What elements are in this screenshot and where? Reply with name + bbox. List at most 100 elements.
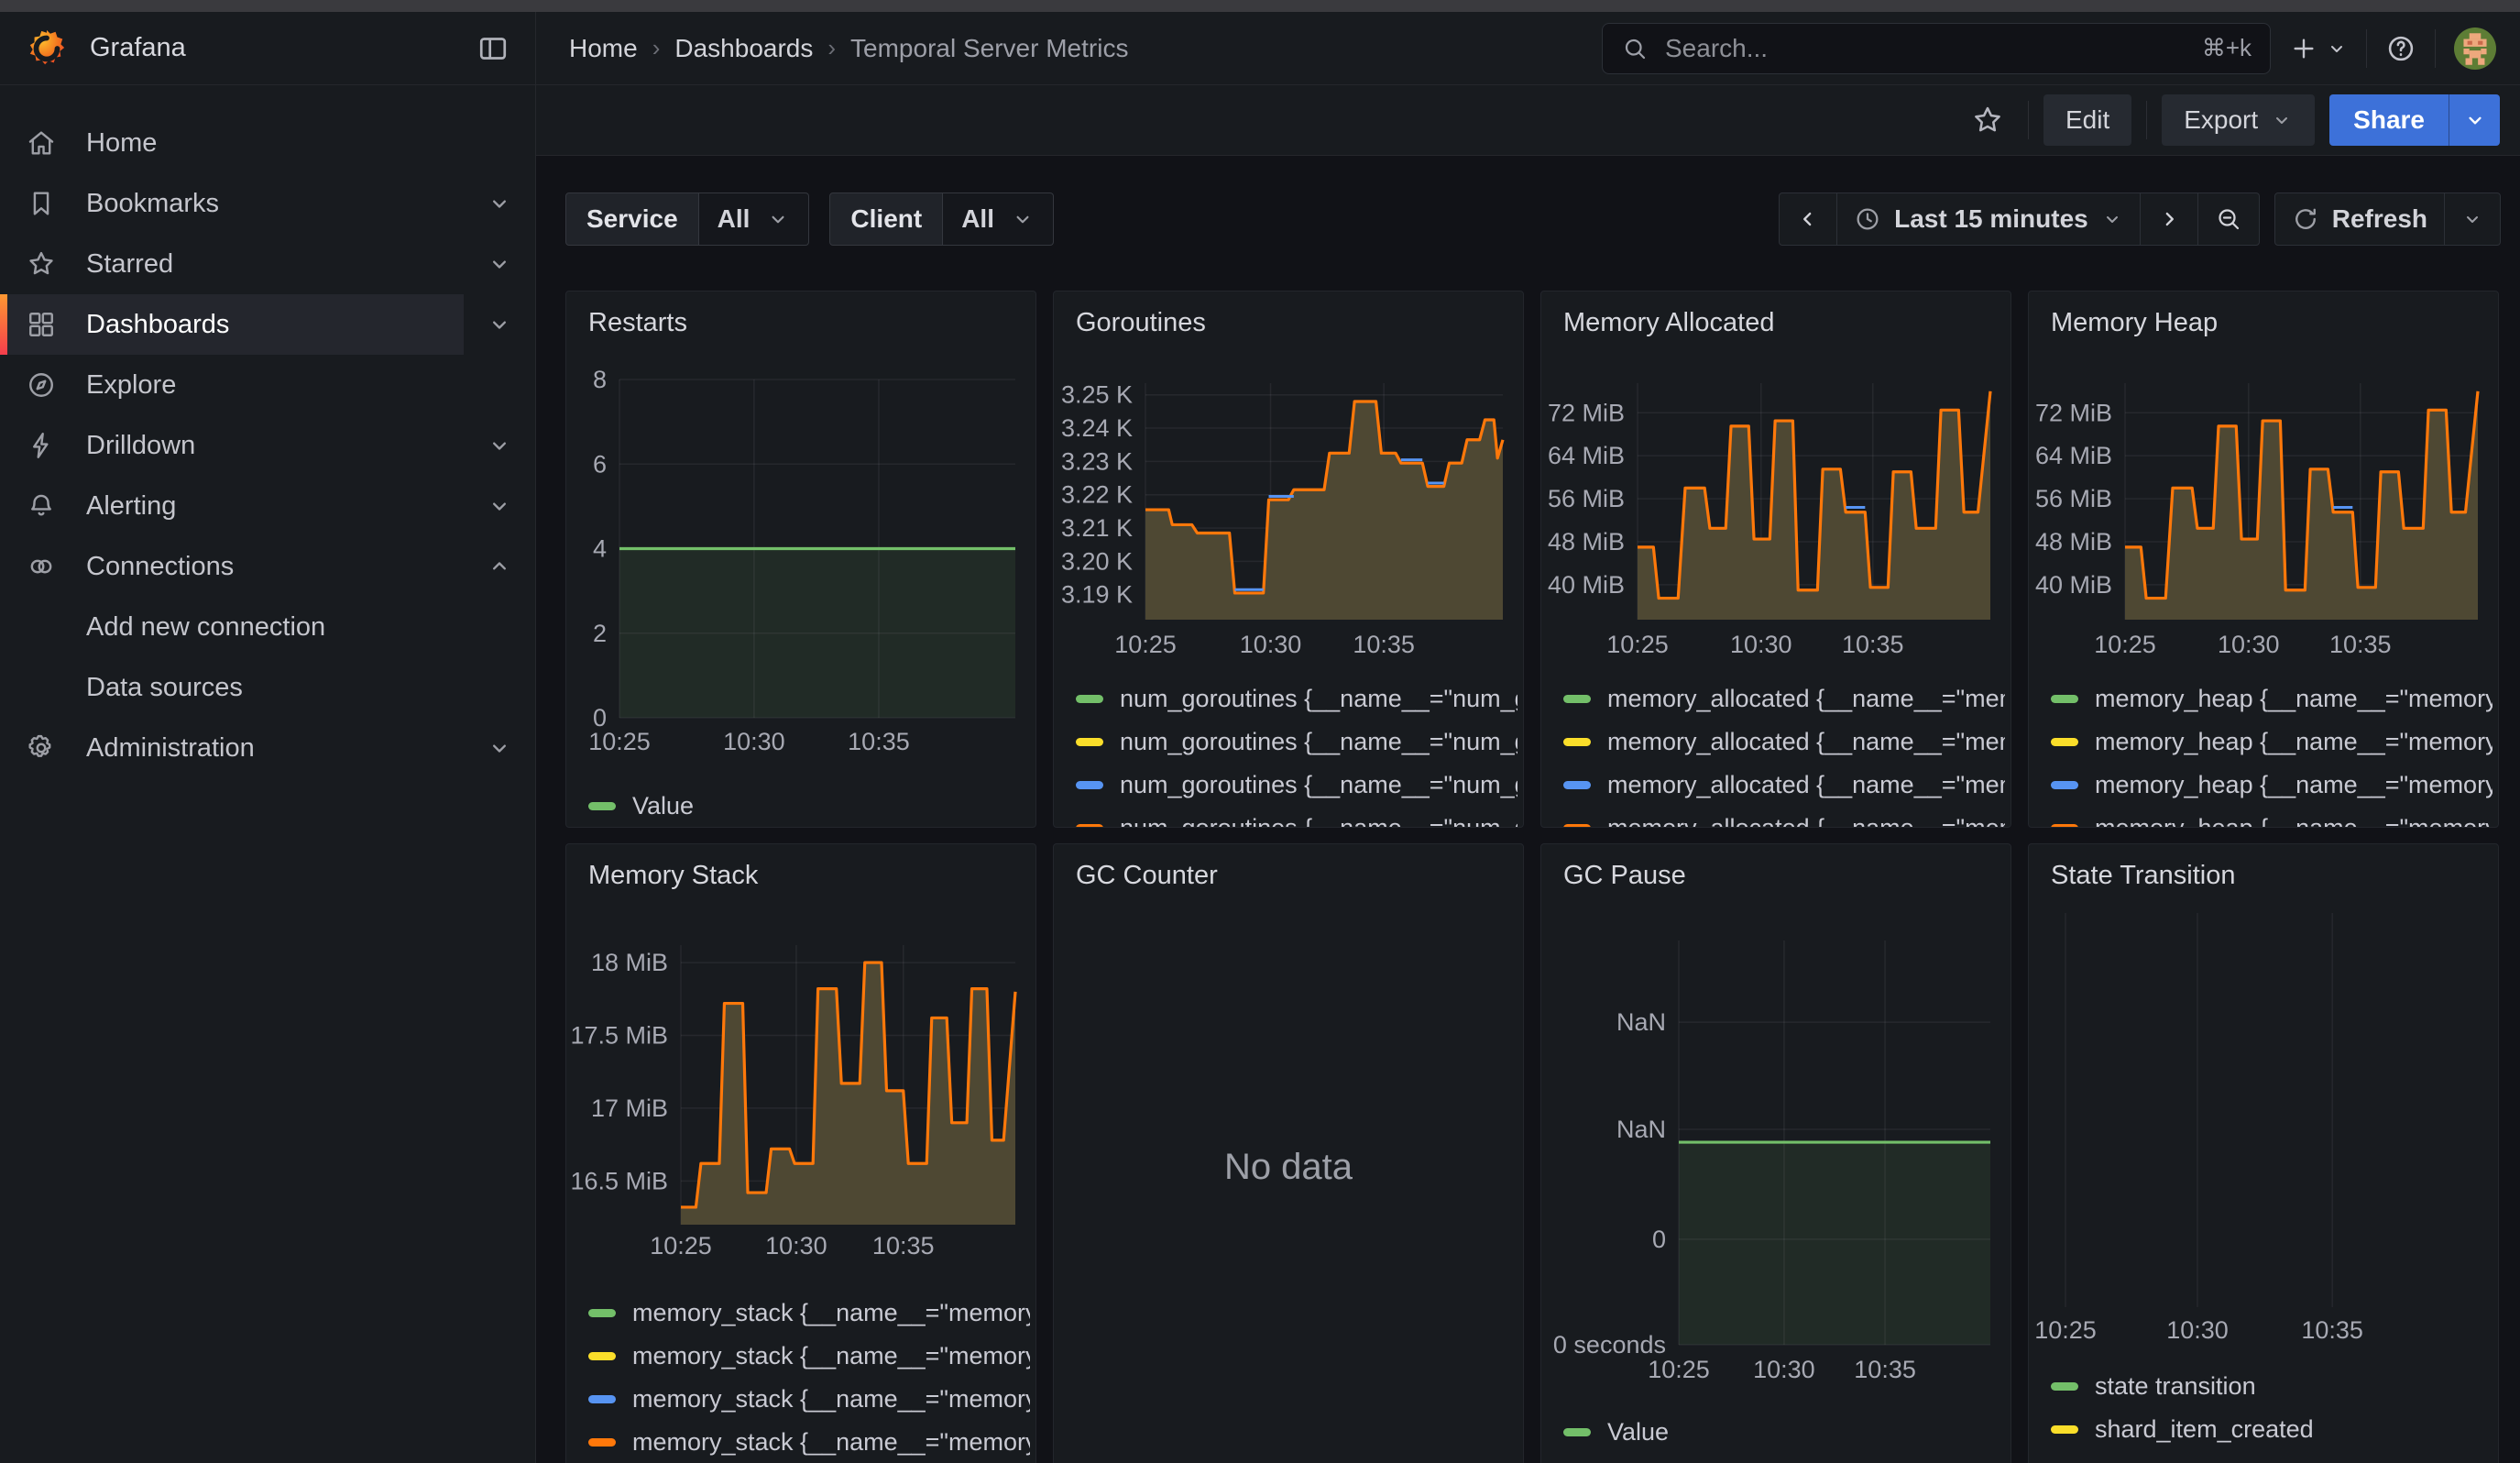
svg-text:10:25: 10:25 [1114, 631, 1177, 658]
svg-text:0 seconds: 0 seconds [1553, 1331, 1666, 1358]
dock-sidebar-icon[interactable] [477, 32, 509, 65]
panel-title[interactable]: GC Counter [1076, 861, 1218, 891]
time-range-picker[interactable]: Last 15 minutes [1837, 192, 2141, 246]
chevron-down-icon[interactable] [464, 415, 535, 476]
sidebar-link[interactable]: Connections [0, 536, 464, 597]
time-controls: Last 15 minutes Refresh [1779, 192, 2501, 246]
svg-text:48 MiB: 48 MiB [1548, 528, 1625, 556]
sidebar-link[interactable]: Data sources [0, 657, 464, 718]
legend: memory_stack {__name__="memory_smemory_s… [588, 1292, 1030, 1463]
chevron-down-icon[interactable] [464, 173, 535, 234]
sidebar-item-administration: Administration [0, 718, 535, 778]
search-box[interactable]: ⌘+k [1602, 23, 2271, 74]
chevron-down-icon[interactable] [464, 476, 535, 536]
svg-text:10:25: 10:25 [650, 1232, 712, 1260]
edit-button[interactable]: Edit [2043, 94, 2131, 146]
breadcrumb-dashboards[interactable]: Dashboards [674, 34, 813, 63]
time-shift-forward-button[interactable] [2141, 192, 2198, 246]
sidebar-link[interactable]: Dashboards [0, 294, 464, 355]
legend: memory_heap {__name__="memory_hmemory_he… [2051, 677, 2493, 827]
svg-text:10:30: 10:30 [1730, 631, 1792, 658]
panel-memory_heap: Memory Heap72 MiB64 MiB56 MiB48 MiB40 Mi… [2028, 291, 2499, 828]
svg-text:56 MiB: 56 MiB [2035, 485, 2112, 512]
legend-item[interactable]: num_goroutines {__name__="num_go [1076, 764, 1517, 807]
legend-item[interactable]: memory_heap {__name__="memory_h [2051, 720, 2493, 764]
legend-series-label: num_goroutines {__name__="num_go [1120, 685, 1517, 713]
legend-series-label: memory_allocated {__name__="memo [1607, 685, 2005, 713]
legend-item[interactable]: Value [588, 785, 1030, 827]
new-menu-button[interactable] [2289, 34, 2348, 63]
svg-text:3.19 K: 3.19 K [1061, 581, 1133, 609]
chevron-left-icon [1796, 207, 1820, 231]
svg-text:10:35: 10:35 [848, 728, 910, 755]
legend-item[interactable]: num_goroutines {__name__="num_go [1076, 807, 1517, 827]
zoom-out-button[interactable] [2198, 192, 2260, 246]
legend-item[interactable]: state transition [2051, 1365, 2493, 1408]
chevron-down-icon[interactable] [464, 234, 535, 294]
legend-item[interactable]: num_goroutines {__name__="num_go [1076, 720, 1517, 764]
no-data-message: No data [1054, 1147, 1523, 1188]
help-icon[interactable] [2385, 33, 2416, 64]
legend-item[interactable]: memory_stack {__name__="memory_s [588, 1335, 1030, 1378]
share-menu-button[interactable] [2449, 94, 2500, 146]
variable-client-select[interactable]: All [943, 192, 1054, 246]
favorite-star-icon[interactable] [1962, 104, 2013, 137]
chevron-down-icon[interactable] [464, 294, 535, 355]
svg-text:10:25: 10:25 [2034, 1316, 2097, 1344]
legend-item[interactable]: memory_heap {__name__="memory_h [2051, 677, 2493, 720]
svg-text:8: 8 [593, 366, 607, 393]
export-button[interactable]: Export [2162, 94, 2315, 146]
svg-text:10:30: 10:30 [2166, 1316, 2229, 1344]
sidebar-item-dashboards: Dashboards [0, 294, 535, 355]
sidebar-item-label: Dashboards [86, 310, 229, 340]
legend-item[interactable]: memory_stack {__name__="memory_s [588, 1378, 1030, 1421]
search-input[interactable] [1663, 33, 2187, 64]
sidebar-item-label: Connections [86, 552, 234, 582]
sidebar-link[interactable]: Drilldown [0, 415, 464, 476]
legend-item[interactable]: memory_allocated {__name__="memo [1563, 764, 2005, 807]
legend-item[interactable]: num_goroutines {__name__="num_go [1076, 677, 1517, 720]
sidebar-link[interactable]: Starred [0, 234, 464, 294]
svg-text:10:30: 10:30 [1753, 1356, 1815, 1383]
sidebar-link[interactable]: Home [0, 113, 464, 173]
variable-service-select[interactable]: All [699, 192, 810, 246]
chevron-down-icon[interactable] [464, 718, 535, 778]
svg-text:10:35: 10:35 [872, 1232, 935, 1260]
sidebar-link[interactable]: Bookmarks [0, 173, 464, 234]
sidebar-link[interactable]: Administration [0, 718, 464, 778]
refresh-button[interactable]: Refresh [2274, 192, 2445, 246]
sidebar-item-label: Add new connection [86, 612, 325, 643]
breadcrumb-home[interactable]: Home [569, 34, 638, 63]
sidebar-link[interactable]: Add new connection [0, 597, 464, 657]
legend-item[interactable]: memory_heap {__name__="memory_h [2051, 807, 2493, 827]
legend-item[interactable]: Value [1563, 1411, 2005, 1454]
legend-item[interactable]: shard_item_created [2051, 1408, 2493, 1451]
legend-item[interactable]: memory_allocated {__name__="memo [1563, 720, 2005, 764]
compass-icon [26, 369, 59, 401]
legend-item[interactable]: memory_heap {__name__="memory_h [2051, 764, 2493, 807]
legend-series-label: Value [632, 792, 694, 820]
legend-series-color [588, 1352, 616, 1360]
legend-series-label: state transition [2095, 1372, 2256, 1401]
legend-series-color [1076, 738, 1103, 746]
refresh-interval-button[interactable] [2445, 192, 2501, 246]
legend-item[interactable]: memory_allocated {__name__="memo [1563, 807, 2005, 827]
avatar[interactable] [2454, 28, 2496, 70]
grafana-logo[interactable] [26, 28, 68, 70]
panel-gc_counter: GC Counter No data [1053, 843, 1524, 1463]
svg-text:18 MiB: 18 MiB [591, 949, 668, 976]
sidebar-item-bookmarks: Bookmarks [0, 173, 535, 234]
legend-series-color [1076, 695, 1103, 703]
sidebar-header: Grafana [0, 12, 536, 84]
chevron-up-icon[interactable] [464, 536, 535, 597]
bookmark-icon [26, 188, 59, 219]
time-shift-back-button[interactable] [1779, 192, 1837, 246]
svg-text:56 MiB: 56 MiB [1548, 485, 1625, 512]
sidebar-link[interactable]: Alerting [0, 476, 464, 536]
svg-text:10:30: 10:30 [765, 1232, 827, 1260]
sidebar-link[interactable]: Explore [0, 355, 464, 415]
legend-item[interactable]: memory_stack {__name__="memory_s [588, 1292, 1030, 1335]
legend-item[interactable]: memory_allocated {__name__="memo [1563, 677, 2005, 720]
legend-item[interactable]: memory_stack {__name__="memory_s [588, 1421, 1030, 1463]
share-button[interactable]: Share [2329, 94, 2449, 146]
